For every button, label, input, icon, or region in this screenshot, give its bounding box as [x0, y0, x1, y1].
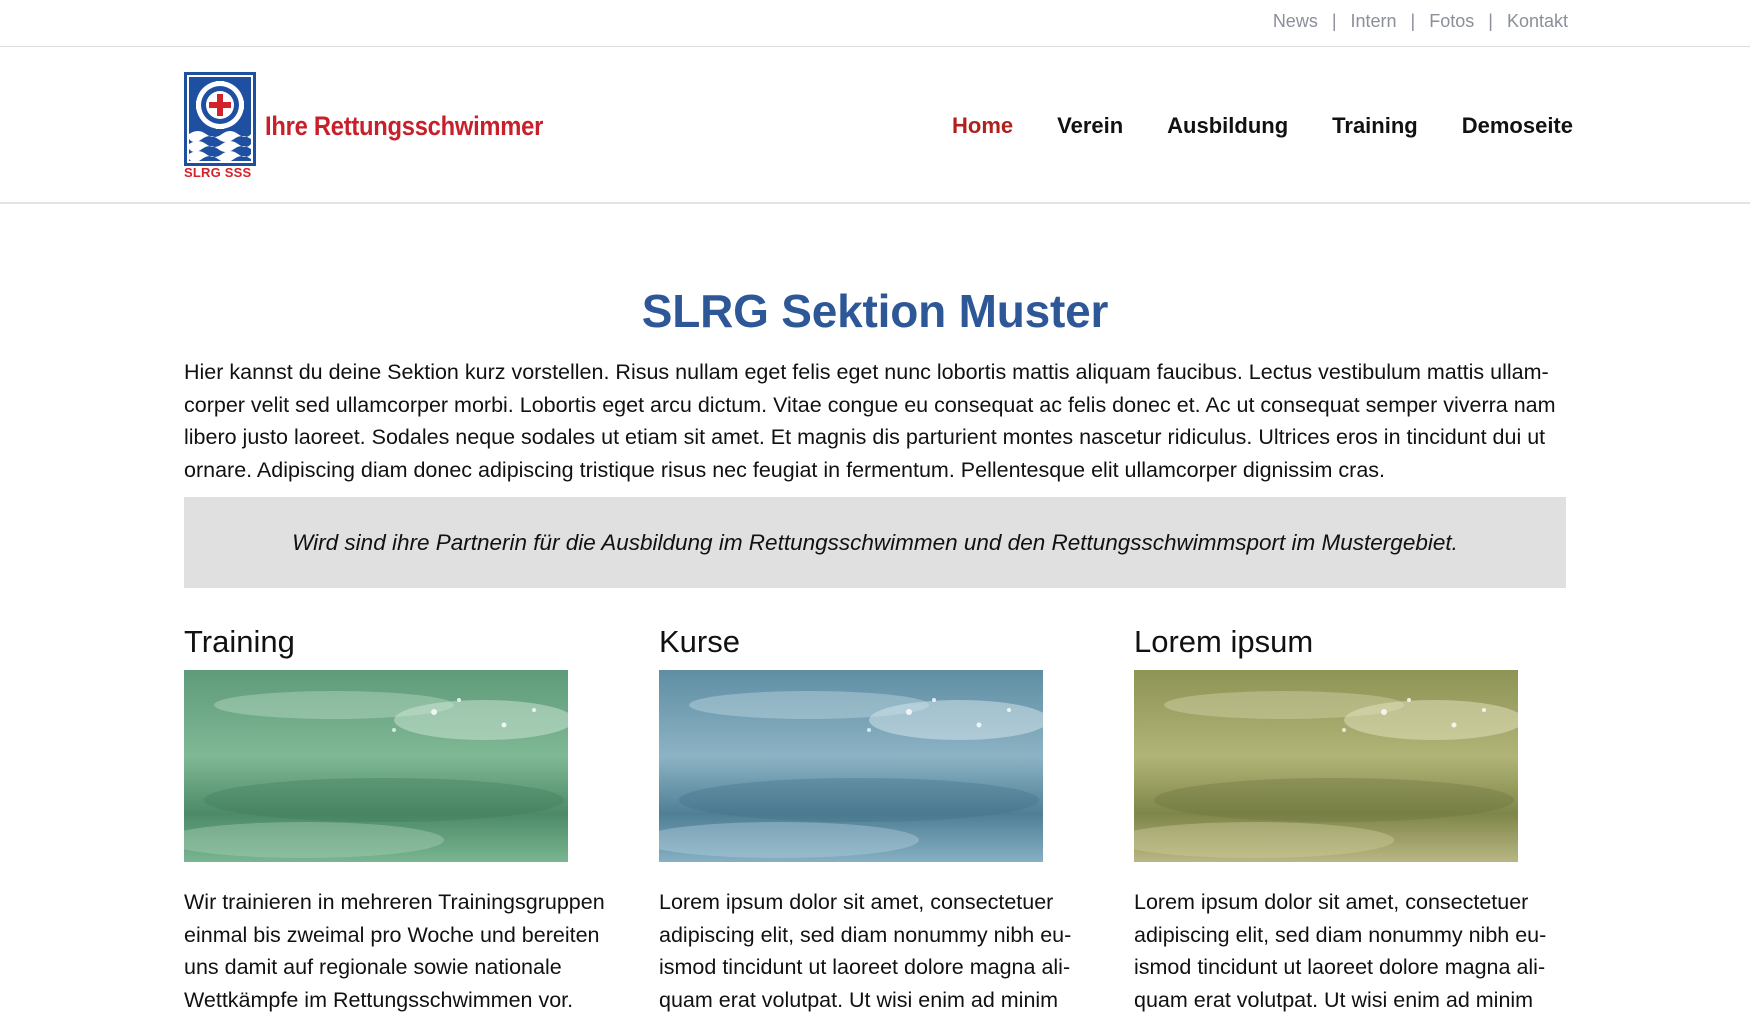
utility-link-kontakt[interactable]: Kontakt	[1507, 11, 1568, 32]
main-nav: Home Verein Ausbildung Training Demoseit…	[952, 113, 1573, 139]
utility-link-news[interactable]: News	[1273, 11, 1318, 32]
water-splash-image	[184, 670, 568, 862]
teaser-heading: Lorem ipsum	[1134, 624, 1314, 659]
page-title: SLRG Sektion Muster	[641, 285, 1109, 337]
nav-item-training[interactable]: Training	[1332, 113, 1418, 139]
utility-separator: |	[1488, 11, 1493, 31]
teaser-heading: Kurse	[659, 624, 740, 659]
logo-subtitle: SLRG SSS	[184, 165, 252, 180]
teaser-image-training[interactable]	[184, 670, 568, 862]
teaser-text: Wir trainieren in mehreren Trainingsgrup…	[184, 890, 605, 1012]
site-header: SLRG SSS Ihre Rettungsschwimmer Home Ver…	[0, 47, 1750, 204]
teaser-column: Lorem ipsum Lorem ipsum dolor sit amet, …	[1134, 624, 1564, 1016]
utility-nav: News | Intern | Fotos | Kontakt	[1273, 11, 1568, 32]
top-utility-bar: News | Intern | Fotos | Kontakt	[0, 0, 1750, 47]
teaser-column: Training Wir trainieren in mehreren Trai…	[184, 624, 614, 1016]
nav-item-home[interactable]: Home	[952, 113, 1013, 139]
lifebuoy-cross-waves-icon	[184, 72, 256, 166]
water-splash-image	[659, 670, 1043, 862]
utility-separator: |	[1410, 11, 1416, 31]
teaser-text: Lorem ipsum dolor sit amet, consectetuer…	[1134, 890, 1547, 1012]
utility-link-fotos[interactable]: Fotos	[1429, 11, 1474, 32]
teaser-heading: Training	[184, 624, 295, 659]
teaser-text: Lorem ipsum dolor sit amet, consectetuer…	[659, 890, 1072, 1012]
quote-text: Wird sind ihre Partnerin für die Ausbild…	[292, 529, 1458, 555]
teaser-image-lorem[interactable]	[1134, 670, 1518, 862]
utility-separator: |	[1331, 11, 1337, 31]
teaser-column: Kurse Lorem ipsum dolor sit amet, consec…	[659, 624, 1089, 1016]
nav-item-demoseite[interactable]: Demoseite	[1462, 113, 1573, 139]
nav-item-verein[interactable]: Verein	[1057, 113, 1123, 139]
water-splash-image	[1134, 670, 1518, 862]
teaser-image-kurse[interactable]	[659, 670, 1043, 862]
logo-title[interactable]: Ihre Rettungsschwimmer	[265, 111, 543, 142]
highlight-quote: Wird sind ihre Partnerin für die Ausbild…	[184, 497, 1566, 588]
nav-item-ausbildung[interactable]: Ausbildung	[1167, 113, 1288, 139]
utility-link-intern[interactable]: Intern	[1351, 11, 1397, 32]
intro-text: Hier kannst du deine Sektion kurz vorste…	[184, 360, 1556, 482]
